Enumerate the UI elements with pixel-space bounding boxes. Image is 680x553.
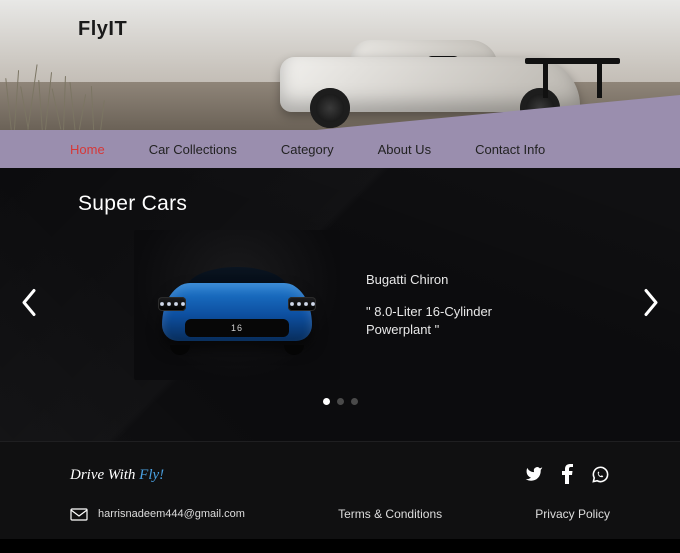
car-grille-badge: 16 <box>185 319 289 337</box>
nav-item-contact-info[interactable]: Contact Info <box>475 142 545 157</box>
hero-banner: FlyIT <box>0 0 680 130</box>
footer-slogan: Drive With Fly! <box>70 467 164 484</box>
social-links <box>525 464 610 487</box>
contact-email[interactable]: harrisnadeem444@gmail.com <box>70 508 245 521</box>
car-spec: " 8.0-Liter 16-Cylinder Powerplant " <box>366 303 546 339</box>
slogan-accent: Fly! <box>139 467 164 483</box>
nav-item-home[interactable]: Home <box>70 142 105 157</box>
main-nav: Home Car Collections Category About Us C… <box>0 130 680 168</box>
brand-logo[interactable]: FlyIT <box>78 18 127 41</box>
chevron-left-icon <box>20 289 38 317</box>
carousel-dot-3[interactable] <box>351 398 358 405</box>
email-text: harrisnadeem444@gmail.com <box>98 508 245 520</box>
car-details: Bugatti Chiron " 8.0-Liter 16-Cylinder P… <box>366 271 546 340</box>
nav-item-car-collections[interactable]: Car Collections <box>149 142 237 157</box>
car-image: 16 <box>134 230 340 380</box>
carousel-dot-2[interactable] <box>337 398 344 405</box>
carousel-prev-button[interactable] <box>12 281 46 330</box>
carousel-dot-1[interactable] <box>323 398 330 405</box>
main-content: Super Cars 16 Bugatti Chiron " 8.0-Liter… <box>0 168 680 441</box>
footer: Drive With Fly! harrisnadeem444@gmail.co… <box>0 441 680 539</box>
bugatti-illustration: 16 <box>152 255 322 355</box>
facebook-icon[interactable] <box>561 464 573 487</box>
terms-link[interactable]: Terms & Conditions <box>338 507 442 521</box>
privacy-link[interactable]: Privacy Policy <box>535 507 610 521</box>
section-title: Super Cars <box>78 192 680 216</box>
nav-item-about-us[interactable]: About Us <box>378 142 431 157</box>
hero-grass <box>0 50 160 130</box>
carousel: 16 Bugatti Chiron " 8.0-Liter 16-Cylinde… <box>0 230 680 380</box>
envelope-icon <box>70 508 88 521</box>
car-name: Bugatti Chiron <box>366 271 546 289</box>
slogan-prefix: Drive With <box>70 467 139 483</box>
chevron-right-icon <box>642 289 660 317</box>
whatsapp-icon[interactable] <box>591 465 610 487</box>
nav-item-category[interactable]: Category <box>281 142 334 157</box>
carousel-next-button[interactable] <box>634 281 668 330</box>
twitter-icon[interactable] <box>525 465 543 486</box>
carousel-dots <box>0 398 680 405</box>
